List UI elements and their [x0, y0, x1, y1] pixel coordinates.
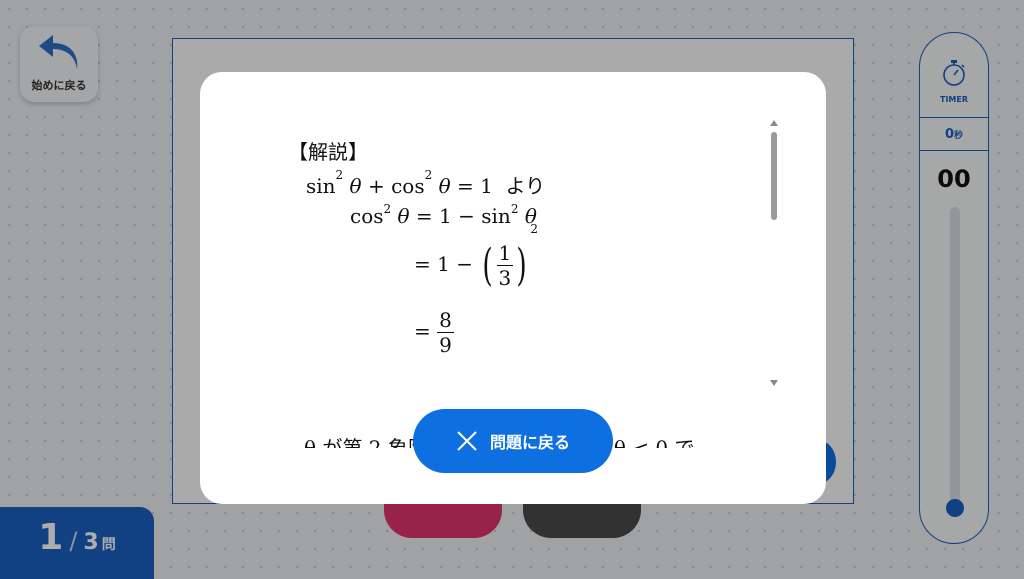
explanation-scrollbar[interactable]: [770, 120, 778, 386]
equation-line-4: = 89: [414, 308, 454, 357]
eq1-theta: θ: [349, 174, 362, 198]
close-icon: [457, 431, 477, 451]
eq2-cos: cos: [350, 204, 384, 228]
eq1-yori: より: [505, 174, 546, 198]
eq1-cos: cos: [391, 174, 425, 198]
eq3-right-paren: ): [516, 240, 527, 291]
eq3-minus: −: [456, 252, 473, 276]
eq3-left-paren: (: [482, 240, 494, 291]
eq2-one: 1: [439, 204, 452, 228]
scroll-down-arrow-icon[interactable]: [770, 380, 778, 386]
eq1-plus: +: [367, 174, 385, 198]
return-button-label: 問題に戻る: [489, 433, 570, 452]
equation-line-1: sin2 θ + cos2 θ = 1 より: [306, 168, 546, 199]
eq3-one: 1: [437, 252, 450, 276]
eq1-sin-exp: 2: [335, 168, 344, 182]
eq4-denominator: 9: [439, 333, 452, 357]
eq3-fraction: 13: [496, 241, 514, 290]
explanation-heading: 【解説】: [288, 140, 368, 164]
explanation-content[interactable]: 【解説】 sin2 θ + cos2 θ = 1 より cos2 θ = 1 −…: [288, 134, 768, 448]
eq2-sin: sin: [481, 204, 511, 228]
eq2-cos-exp: 2: [383, 202, 392, 216]
eq1-cos-exp: 2: [424, 168, 433, 182]
eq4-equals: =: [414, 319, 431, 343]
explanation-modal: 【解説】 sin2 θ + cos2 θ = 1 より cos2 θ = 1 −…: [200, 72, 826, 504]
eq2-equals: =: [415, 204, 433, 228]
eq1-equals: =: [457, 174, 474, 198]
eq1-sin: sin: [306, 174, 336, 198]
eq3-numerator: 1: [496, 241, 514, 266]
return-to-question-button[interactable]: 問題に戻る: [413, 409, 613, 473]
eq2-sin-exp: 2: [510, 202, 519, 216]
eq2-minus: −: [458, 204, 475, 228]
eq1-theta-2: θ: [438, 174, 451, 198]
eq2-theta: θ: [397, 204, 410, 228]
scroll-up-arrow-icon[interactable]: [770, 120, 778, 126]
eq3-exp: 2: [530, 222, 539, 236]
equation-line-2: cos2 θ = 1 − sin2 θ: [350, 202, 537, 228]
scroll-thumb[interactable]: [771, 132, 777, 220]
eq3-denominator: 3: [498, 266, 512, 290]
equation-line-3: = 1 − (1 3)2: [414, 222, 538, 291]
eq3-equals: =: [414, 252, 431, 276]
eq4-numerator: 8: [437, 308, 454, 333]
eq1-one: 1: [480, 174, 493, 198]
eq4-fraction: 89: [437, 308, 454, 357]
